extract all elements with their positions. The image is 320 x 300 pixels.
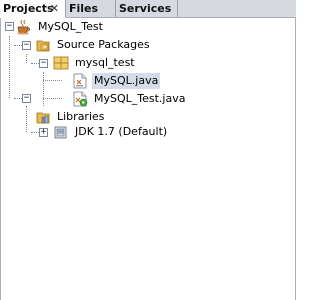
collapse-toggle-libraries[interactable]: − xyxy=(22,94,31,103)
tree-guide-line xyxy=(43,98,62,99)
collapse-toggle-package[interactable]: − xyxy=(39,59,48,68)
tree-node-libraries[interactable]: Libraries xyxy=(55,109,107,125)
tree-guide-line xyxy=(31,132,39,133)
tree-node-mysql-test-java[interactable]: MySQL_Test.java xyxy=(92,91,187,107)
tree-guide-line xyxy=(14,45,22,46)
tree-node-project[interactable]: MySQL_Test xyxy=(36,19,105,35)
project-tree[interactable]: − MySQL_Test − Source Packages − mysql_t… xyxy=(0,18,295,300)
jar-library-icon xyxy=(54,126,67,139)
tab-files-label: Files xyxy=(69,2,99,15)
tree-guide-line xyxy=(26,106,27,132)
tab-projects[interactable]: Projects ✕ xyxy=(0,0,66,18)
tree-node-mysql-java[interactable]: MySQL.java xyxy=(92,73,161,89)
tree-guide-line xyxy=(43,80,62,81)
collapse-toggle-project[interactable]: − xyxy=(5,22,14,31)
libraries-folder-icon xyxy=(36,112,50,124)
tree-node-package[interactable]: mysql_test xyxy=(73,55,137,71)
panel-right-border xyxy=(295,18,296,300)
tree-guide-line xyxy=(9,36,10,98)
coffee-cup-project-icon xyxy=(17,19,30,35)
tab-bar: Projects ✕ Files Services xyxy=(0,0,296,18)
tab-services-label: Services xyxy=(119,2,172,15)
java-main-class-icon xyxy=(73,91,88,107)
close-icon[interactable]: ✕ xyxy=(50,0,59,17)
collapse-toggle-source-packages[interactable]: − xyxy=(22,41,31,50)
tree-guide-line xyxy=(31,63,39,64)
source-packages-folder-icon xyxy=(36,40,50,52)
tab-services[interactable]: Services xyxy=(116,0,178,17)
java-file-icon xyxy=(73,73,87,89)
expand-toggle-jdk[interactable]: + xyxy=(39,128,48,137)
tab-projects-label: Projects xyxy=(3,2,54,15)
tab-files[interactable]: Files xyxy=(66,0,116,17)
tree-guide-line xyxy=(26,54,27,63)
tree-node-jdk[interactable]: JDK 1.7 (Default) xyxy=(73,124,169,140)
package-icon xyxy=(53,56,69,70)
tree-guide-line xyxy=(14,98,22,99)
tree-guide-line xyxy=(43,72,44,106)
tree-node-source-packages[interactable]: Source Packages xyxy=(55,37,152,53)
